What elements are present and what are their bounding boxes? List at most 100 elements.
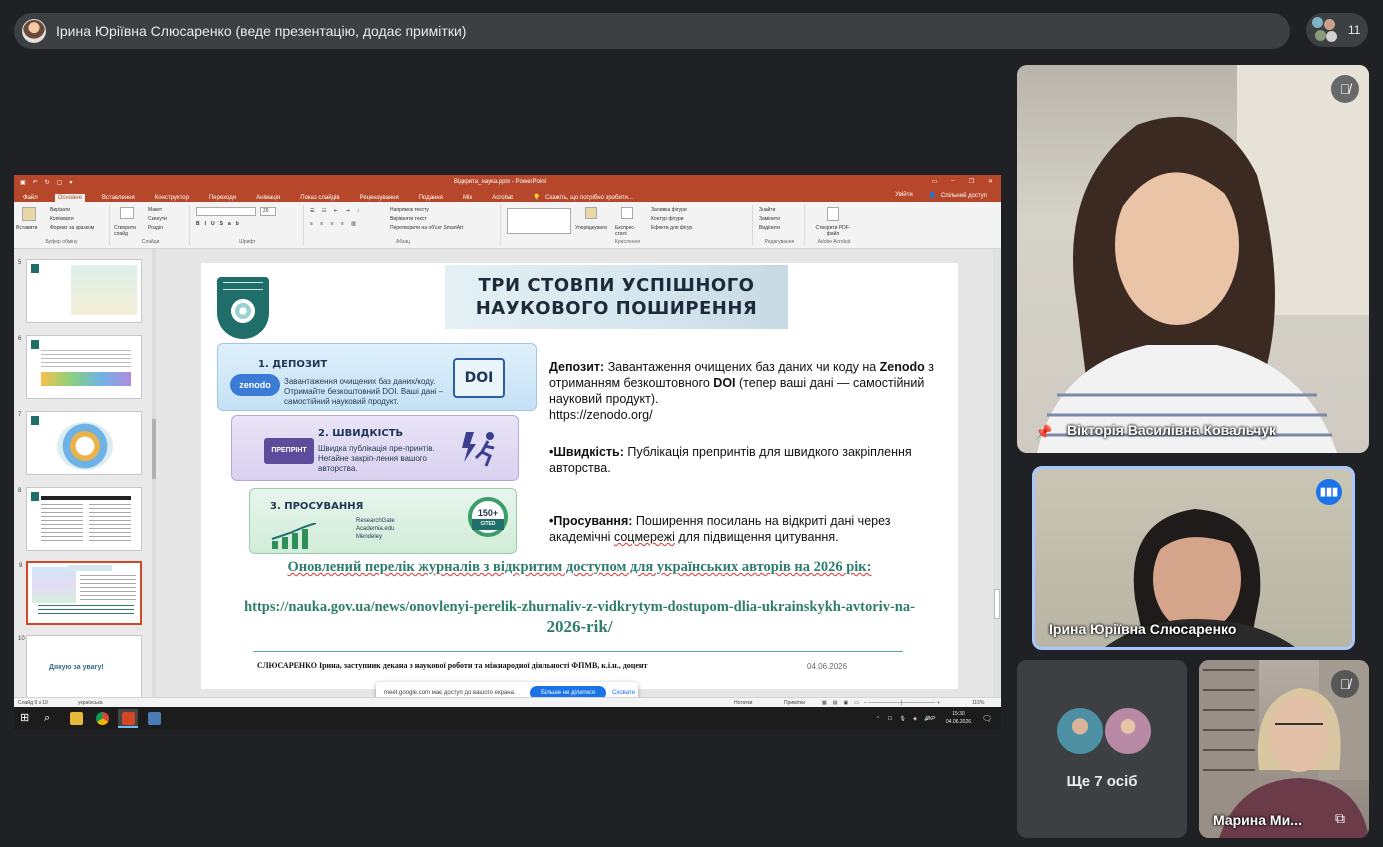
view-buttons[interactable]: ▦▤▣▭: [822, 700, 865, 706]
zoom-level[interactable]: 115%: [972, 700, 984, 706]
logo-text-lines: [223, 282, 263, 290]
paste-button[interactable]: Вставити: [16, 225, 37, 231]
tab-file[interactable]: Файл: [20, 194, 41, 202]
select-button[interactable]: Виділити: [759, 225, 780, 231]
tab-mix[interactable]: Mix: [460, 194, 475, 202]
present-icon[interactable]: ▢: [57, 179, 63, 186]
align-text-button[interactable]: Вирівняти текст: [390, 216, 427, 222]
thumbnail-8[interactable]: 8: [18, 487, 142, 551]
quick-styles-button[interactable]: Експрес-стилі: [615, 225, 641, 237]
scrollbar-thumb[interactable]: [152, 419, 156, 479]
tab-acrobat[interactable]: Acrobat: [489, 194, 516, 202]
close-icon[interactable]: ✕: [988, 178, 993, 185]
picture-in-picture-icon[interactable]: ⧉: [1335, 810, 1359, 828]
ribbon-tabs: Файл Основне Вставлення Конструктор Пере…: [14, 190, 1001, 202]
redo-icon[interactable]: ↻: [45, 179, 50, 186]
replace-button[interactable]: Замінити: [759, 216, 780, 222]
share-button[interactable]: 👤 Спільний доступ: [926, 191, 993, 200]
participant-tile-4[interactable]: 🎙̸ Марина Ми... ⧉: [1199, 660, 1369, 838]
section-button[interactable]: Розділ: [148, 225, 163, 231]
shape-effects-button[interactable]: Ефекти для фігур: [651, 225, 692, 231]
thumbnail-6[interactable]: 6: [18, 335, 142, 399]
shape-outline-button[interactable]: Контур фігури: [651, 216, 683, 222]
create-pdf-button[interactable]: Створити PDF-файл: [813, 225, 853, 237]
thumbnails-scrollbar[interactable]: [152, 249, 156, 697]
align-buttons[interactable]: ≡ ≡ ≡ ≡ ▥: [310, 221, 359, 227]
restore-icon[interactable]: ❐: [969, 178, 974, 185]
more-participants-tile[interactable]: Ще 7 осіб: [1017, 660, 1187, 838]
tab-review[interactable]: Рецензування: [357, 194, 402, 202]
thumbnail-7[interactable]: 7: [18, 411, 142, 475]
tab-slideshow[interactable]: Показ слайдів: [297, 194, 342, 202]
thumbnail-9[interactable]: 9: [19, 561, 142, 625]
journal-url-part-1[interactable]: https://nauka.gov.ua/news/onovlenyi-pere…: [244, 599, 915, 615]
powerpoint-workspace: 5 6 7 8 9 10 Дякую за увагу! ТРИ СТОВПИ …: [14, 249, 1001, 699]
journal-list-link[interactable]: https://nauka.gov.ua/news/onovlenyi-pere…: [201, 597, 958, 638]
paste-icon[interactable]: [22, 207, 36, 221]
shape-fill-button[interactable]: Заливка фігури: [651, 207, 687, 213]
shapes-gallery[interactable]: [507, 208, 571, 234]
tab-insert[interactable]: Вставлення: [99, 194, 138, 202]
minimize-icon[interactable]: –: [951, 178, 954, 185]
participants-button[interactable]: 11: [1306, 13, 1368, 47]
hide-popup-link[interactable]: Сховати: [612, 690, 635, 696]
search-icon[interactable]: ⌕: [44, 712, 57, 725]
tab-home[interactable]: Основне: [54, 194, 85, 202]
qa-dropdown-icon[interactable]: ▾: [69, 179, 72, 186]
arrange-icon[interactable]: [585, 207, 597, 219]
cut-button[interactable]: Вирізати: [50, 207, 70, 213]
preprint-book-icon: ПРЕПРІНТ: [264, 438, 314, 464]
comments-button[interactable]: Примітки: [784, 700, 805, 706]
layout-button[interactable]: Макет: [148, 207, 162, 213]
notifications-icon[interactable]: 🗨: [982, 715, 992, 723]
participant-tile-2[interactable]: ▮▮▮ Ірина Юріївна Слюсаренко: [1032, 466, 1355, 650]
thumbnail-5[interactable]: 5: [18, 259, 142, 323]
font-name-select[interactable]: [196, 207, 256, 216]
tray-icons[interactable]: ⌃ ☐ 🎙 ◈ 🔊: [876, 715, 934, 723]
ribbon-display-icon[interactable]: ▭: [932, 178, 938, 185]
thumbnail-10[interactable]: 10 Дякую за увагу!: [18, 635, 142, 699]
pin-icon[interactable]: 📌: [1035, 424, 1052, 441]
presenter-bar[interactable]: Ірина Юріївна Слюсаренко (веде презентац…: [14, 13, 1290, 49]
save-icon[interactable]: ▣: [20, 179, 26, 186]
journal-url-part-2[interactable]: 2026-rik/: [546, 617, 612, 636]
list-buttons[interactable]: ☰ ☷ ⇤ ⇥ ↕: [310, 208, 362, 214]
reset-button[interactable]: Скинути: [148, 216, 167, 222]
current-slide[interactable]: ТРИ СТОВПИ УСПІШНОГО НАУКОВОГО ПОШИРЕННЯ…: [201, 263, 958, 689]
copy-button[interactable]: Копіювати: [50, 216, 74, 222]
clock[interactable]: 15:30 04.06.2026: [946, 710, 971, 726]
notes-button[interactable]: Нотатки: [734, 700, 752, 706]
find-button[interactable]: Знайти: [759, 207, 775, 213]
participant-tile-1[interactable]: 🎙̸ 📌 Вікторія Василівна Ковальчук: [1017, 65, 1369, 453]
pillar-card-speed: ПРЕПРІНТ 2. ШВИДКІСТЬ Швидка публікація …: [231, 415, 519, 481]
chrome-icon[interactable]: [96, 712, 109, 725]
tab-design[interactable]: Конструктор: [152, 194, 192, 202]
smartart-button[interactable]: Перетворити на об'єкт SmartArt: [390, 225, 463, 231]
thumb-image: [41, 372, 131, 386]
tell-me-box[interactable]: 💡 Скажіть, що потрібно зробити...: [530, 193, 639, 202]
sign-in-link[interactable]: Увійти: [892, 191, 915, 200]
font-size-select[interactable]: 20: [260, 207, 276, 216]
arrange-button[interactable]: Упорядкувати: [575, 225, 607, 231]
tab-transitions[interactable]: Переходи: [206, 194, 239, 202]
app-icon[interactable]: [148, 712, 161, 725]
windows-start-icon[interactable]: ⊞: [20, 712, 33, 725]
scrollbar-thumb[interactable]: [994, 589, 1000, 619]
zoom-slider[interactable]: – ─────────┼───────── +: [864, 700, 940, 706]
font-format-buttons[interactable]: BIUSab: [196, 221, 244, 227]
group-font: 20 BIUSab Шрифт: [192, 205, 304, 245]
new-slide-icon[interactable]: [120, 207, 134, 219]
zenodo-url[interactable]: https://zenodo.org/: [549, 408, 653, 422]
slide-scrollbar[interactable]: [993, 249, 1001, 697]
tab-view[interactable]: Подання: [416, 194, 446, 202]
format-painter-button[interactable]: Формат за зразком: [50, 225, 94, 231]
keyboard-language[interactable]: УКР: [926, 715, 935, 723]
new-slide-button[interactable]: Створити слайд: [114, 225, 144, 237]
text-direction-button[interactable]: Напрямок тексту: [390, 207, 429, 213]
tab-animations[interactable]: Анімація: [253, 194, 283, 202]
quick-styles-icon[interactable]: [621, 207, 633, 219]
create-pdf-icon[interactable]: [827, 207, 839, 221]
language-indicator[interactable]: українська: [78, 700, 103, 706]
undo-icon[interactable]: ↶: [33, 179, 38, 186]
file-explorer-icon[interactable]: [70, 712, 83, 725]
